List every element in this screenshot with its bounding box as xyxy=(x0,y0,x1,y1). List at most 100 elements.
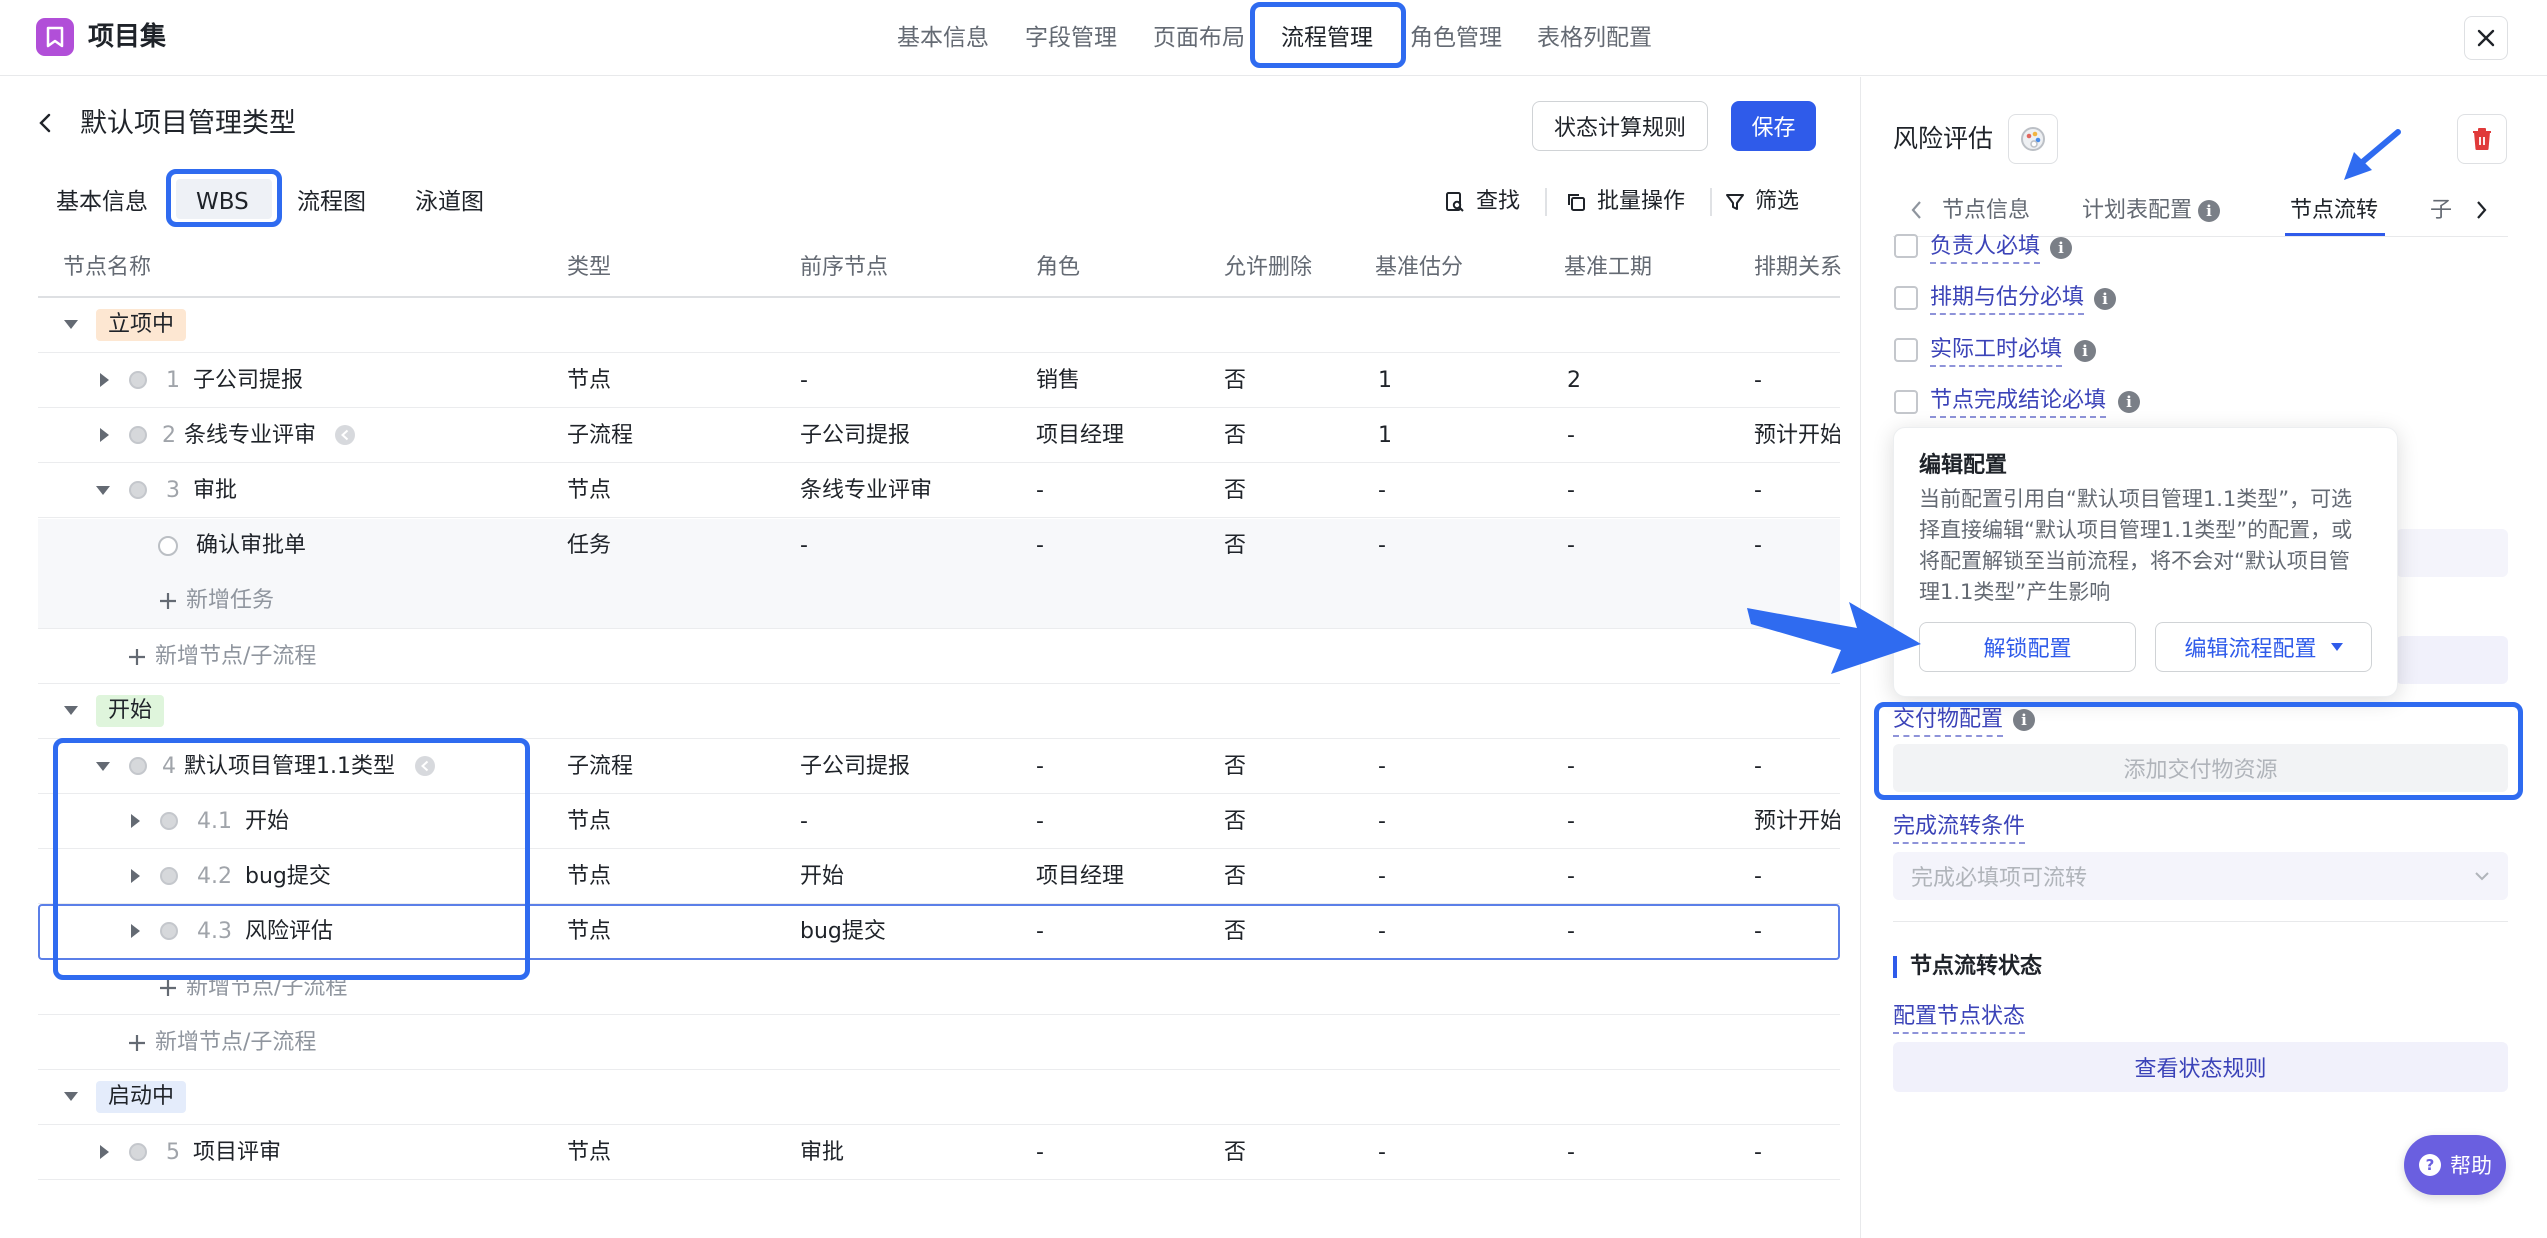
field-behind-popover xyxy=(2396,529,2508,577)
filter-button[interactable]: 筛选 xyxy=(1725,183,1799,221)
sub-tab-swimlane[interactable]: 泳道图 xyxy=(415,183,484,221)
group-row[interactable] xyxy=(38,298,1840,353)
group-row[interactable] xyxy=(38,684,1840,739)
check-owner-required[interactable]: 负责人必填 xyxy=(1930,232,2041,264)
config-node-state-link[interactable]: 配置节点状态 xyxy=(1893,1002,2026,1034)
add-node-button[interactable]: 新增节点/子流程 xyxy=(127,629,316,684)
row-dur: - xyxy=(1567,533,1575,558)
add-task-button[interactable]: 新增任务 xyxy=(158,573,274,628)
col-allow-delete: 允许删除 xyxy=(1224,255,1313,280)
svg-text:?: ? xyxy=(2426,1156,2435,1174)
nav-tab-table-columns[interactable]: 表格列配置 xyxy=(1537,0,1652,76)
row-dur: - xyxy=(1567,423,1575,448)
panel-tab-more[interactable]: 子 xyxy=(2430,186,2452,236)
close-icon xyxy=(2477,29,2495,47)
batch-button[interactable]: 批量操作 xyxy=(1565,183,1685,221)
find-button[interactable]: 查找 xyxy=(1444,183,1520,221)
group-tag-qidong: 启动中 xyxy=(96,1081,187,1113)
section-marker xyxy=(1893,956,1897,978)
back-chevron-icon[interactable] xyxy=(38,112,52,134)
panel-icon-button[interactable] xyxy=(2008,114,2058,164)
complete-condition-select[interactable]: 完成必填项可流转 xyxy=(1893,852,2508,900)
add-node-button[interactable]: 新增节点/子流程 xyxy=(127,1015,316,1070)
search-doc-icon xyxy=(1446,192,1464,212)
row-num: 2 xyxy=(162,423,176,448)
panel-tab-node-flow[interactable]: 节点流转 xyxy=(2290,186,2378,236)
row-est: - xyxy=(1378,478,1386,503)
caret-down-icon[interactable] xyxy=(64,320,78,330)
view-state-rule-button[interactable]: 查看状态规则 xyxy=(1893,1042,2508,1092)
row-est: - xyxy=(1378,919,1386,944)
help-button[interactable]: ? 帮助 xyxy=(2404,1135,2506,1195)
row-dur: - xyxy=(1567,754,1575,779)
group-row[interactable] xyxy=(38,1070,1840,1125)
close-button[interactable] xyxy=(2464,16,2508,60)
nav-tab-role-management[interactable]: 角色管理 xyxy=(1410,0,1502,76)
tab-scroll-left-icon[interactable] xyxy=(1910,200,1922,220)
row-dur: - xyxy=(1567,478,1575,503)
status-dot xyxy=(129,426,147,444)
col-schedule: 排期关系 xyxy=(1754,255,1843,280)
checkbox[interactable] xyxy=(1894,338,1918,362)
nav-tab-flow-management[interactable]: 流程管理 xyxy=(1281,0,1373,76)
row-del: 否 xyxy=(1224,1140,1247,1165)
row-sched: 预计开始 xyxy=(1754,809,1840,834)
unlock-config-button[interactable]: 解锁配置 xyxy=(1919,622,2136,672)
delete-button[interactable] xyxy=(2457,114,2507,164)
panel-tab-plan-config[interactable]: 计划表配置 i xyxy=(2082,186,2221,236)
task-radio[interactable] xyxy=(158,536,178,556)
row-del: 否 xyxy=(1224,809,1247,834)
edit-flow-config-button[interactable]: 编辑流程配置 xyxy=(2155,622,2372,672)
row-role: - xyxy=(1036,478,1044,503)
check-conclusion-required[interactable]: 节点完成结论必填 xyxy=(1930,386,2107,418)
deliverable-config-link[interactable]: 交付物配置 xyxy=(1893,705,2004,737)
state-rule-button[interactable]: 状态计算规则 xyxy=(1532,101,1708,151)
row-role: 销售 xyxy=(1036,368,1081,393)
page-title: 默认项目管理类型 xyxy=(80,108,296,139)
row-del: 否 xyxy=(1224,368,1247,393)
row-role: - xyxy=(1036,809,1044,834)
panel-tab-node-info[interactable]: 节点信息 xyxy=(1942,186,2030,236)
add-deliverable-button[interactable]: 添加交付物资源 xyxy=(1893,744,2508,792)
complete-condition-link[interactable]: 完成流转条件 xyxy=(1893,812,2026,844)
nav-tab-field-management[interactable]: 字段管理 xyxy=(1025,0,1117,76)
checkbox[interactable] xyxy=(1894,286,1918,310)
row-est: - xyxy=(1378,809,1386,834)
plus-icon xyxy=(129,1034,145,1051)
check-hours-required[interactable]: 实际工时必填 xyxy=(1930,335,2063,367)
save-button[interactable]: 保存 xyxy=(1731,101,1816,151)
caret-right-icon[interactable] xyxy=(100,428,110,442)
row-est: 1 xyxy=(1378,423,1392,448)
plan-config-label: 计划表配置 xyxy=(2082,198,2193,223)
row-name: 项目评审 xyxy=(193,1140,282,1165)
row-prev: 开始 xyxy=(800,864,845,889)
nav-tab-basic-info[interactable]: 基本信息 xyxy=(897,0,989,76)
check-schedule-required[interactable]: 排期与估分必填 xyxy=(1930,283,2085,315)
col-type: 类型 xyxy=(567,255,612,280)
caret-down-icon[interactable] xyxy=(96,486,110,496)
filter-label: 筛选 xyxy=(1755,189,1800,214)
toolbar-divider xyxy=(1710,188,1712,216)
row-num: 3 xyxy=(166,478,180,503)
complete-select-value: 完成必填项可流转 xyxy=(1911,866,2088,891)
nav-tab-page-layout[interactable]: 页面布局 xyxy=(1153,0,1245,76)
tab-scroll-right-icon[interactable] xyxy=(2476,200,2488,220)
section-divider xyxy=(1893,921,2508,922)
row-est: - xyxy=(1378,754,1386,779)
row-est: - xyxy=(1378,533,1386,558)
task-name: 确认审批单 xyxy=(196,533,307,558)
caret-right-icon[interactable] xyxy=(100,1145,110,1159)
sub-tab-wbs[interactable]: WBS xyxy=(196,183,249,221)
row-role: 项目经理 xyxy=(1036,864,1125,889)
caret-down-icon[interactable] xyxy=(64,1092,78,1102)
row-est: - xyxy=(1378,1140,1386,1165)
checkbox[interactable] xyxy=(1894,390,1918,414)
annotation-big-arrow-icon xyxy=(1747,602,1921,674)
caret-right-icon[interactable] xyxy=(100,373,110,387)
caret-down-icon[interactable] xyxy=(64,706,78,716)
row-del: 否 xyxy=(1224,864,1247,889)
checkbox[interactable] xyxy=(1894,234,1918,258)
sub-tab-flowchart[interactable]: 流程图 xyxy=(297,183,366,221)
sub-tab-basic-info[interactable]: 基本信息 xyxy=(56,183,148,221)
row-prev: 条线专业评审 xyxy=(800,478,933,503)
